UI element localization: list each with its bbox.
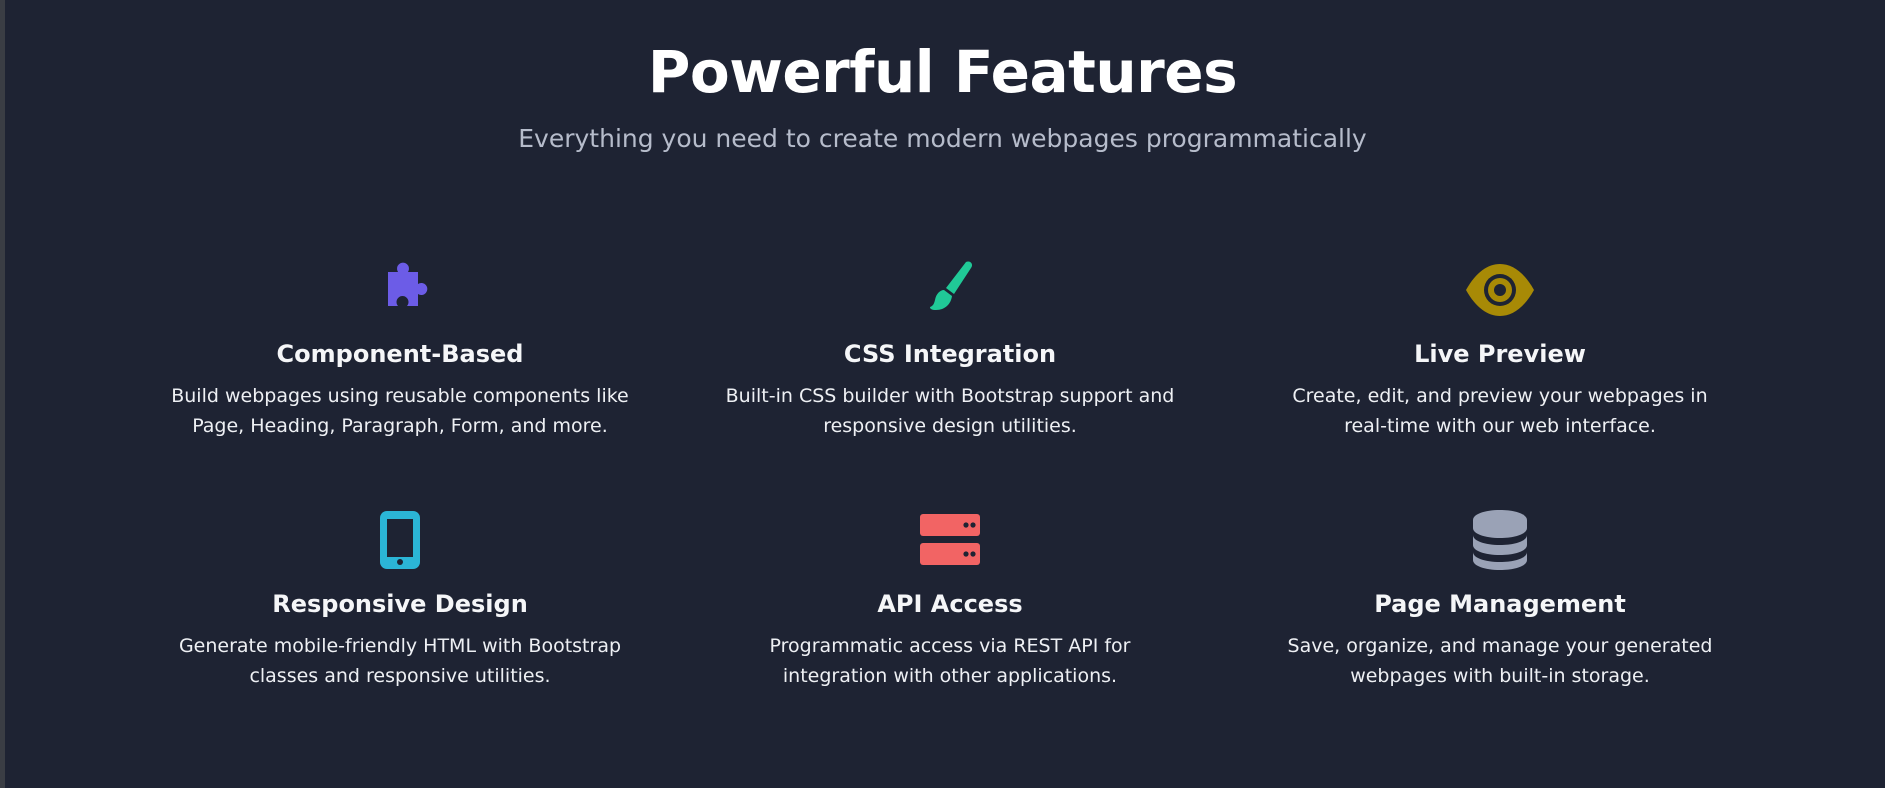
feature-card-component-based: Component-Based Build webpages using reu… [140,258,660,441]
database-icon [1460,508,1540,572]
feature-description: Build webpages using reusable components… [171,385,629,437]
section-subtitle: Everything you need to create modern web… [518,124,1367,153]
feature-card-api-access: API Access Programmatic access via REST … [690,508,1210,691]
feature-description: Create, edit, and preview your webpages … [1292,385,1708,437]
window-left-edge [0,0,5,788]
feature-description: Built-in CSS builder with Bootstrap supp… [725,385,1175,437]
feature-title: CSS Integration [843,340,1057,368]
feature-title: Live Preview [1414,340,1586,368]
server-icon [910,508,990,572]
feature-card-page-management: Page Management Save, organize, and mana… [1240,508,1760,691]
feature-card-responsive-design: Responsive Design Generate mobile-friend… [140,508,660,691]
section-title: Powerful Features [647,38,1238,106]
feature-title: API Access [877,590,1023,618]
eye-icon [1460,258,1540,322]
features-section: Powerful Features Everything you need to… [0,0,1885,788]
feature-description: Save, organize, and manage your generate… [1287,635,1713,687]
mobile-phone-icon [360,508,440,572]
feature-description: Generate mobile-friendly HTML with Boots… [178,635,622,687]
paintbrush-icon [910,258,990,322]
puzzle-piece-icon [360,258,440,322]
feature-title: Responsive Design [272,590,528,618]
feature-title: Page Management [1374,590,1626,618]
feature-card-live-preview: Live Preview Create, edit, and preview y… [1240,258,1760,441]
feature-description: Programmatic access via REST API for int… [769,635,1131,687]
feature-card-css-integration: CSS Integration Built-in CSS builder wit… [690,258,1210,441]
feature-title: Component-Based [276,340,524,368]
